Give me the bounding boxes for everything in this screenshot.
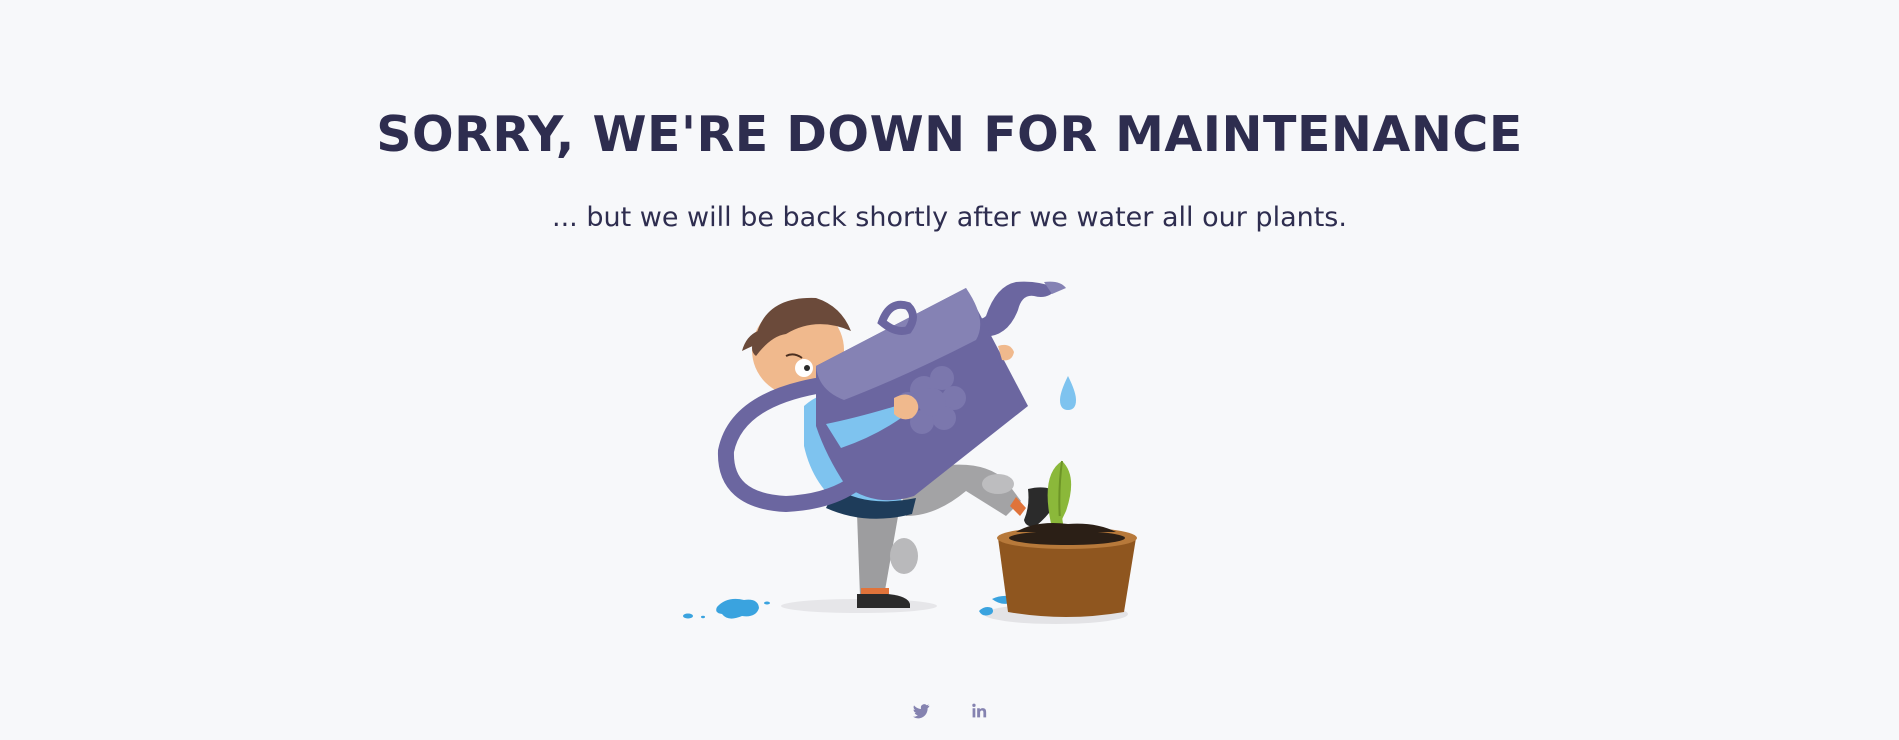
page-subtitle: ... but we will be back shortly after we… xyxy=(552,202,1347,233)
maintenance-page: SORRY, WE'RE DOWN FOR MAINTENANCE ... bu… xyxy=(0,0,1899,740)
linkedin-icon xyxy=(971,703,986,718)
page-title: SORRY, WE'RE DOWN FOR MAINTENANCE xyxy=(376,106,1523,163)
water-drop xyxy=(1060,376,1076,410)
twitter-link[interactable] xyxy=(910,700,932,722)
maintenance-illustration xyxy=(683,281,1137,624)
twitter-icon xyxy=(912,704,929,719)
linkedin-link[interactable] xyxy=(968,700,990,722)
potted-plant xyxy=(997,460,1137,617)
social-links xyxy=(0,700,1899,722)
